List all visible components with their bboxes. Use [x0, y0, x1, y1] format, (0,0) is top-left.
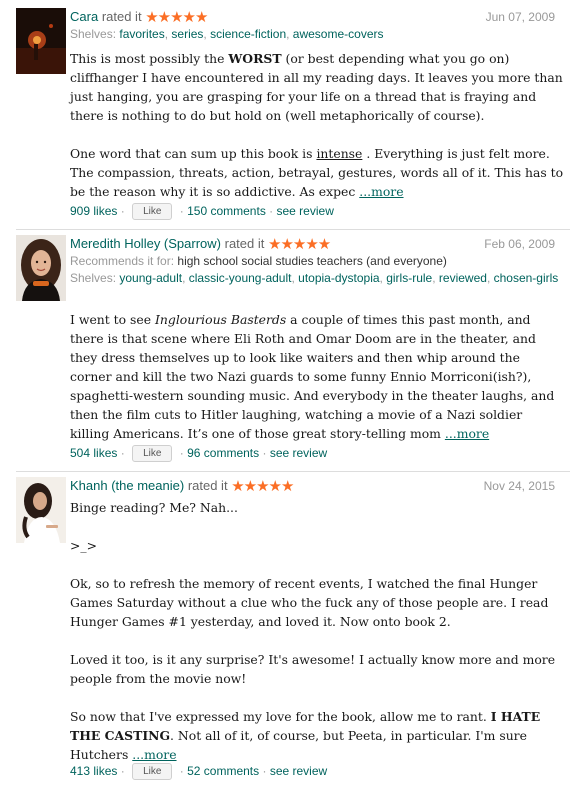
comments-link[interactable]: 150 comments — [187, 204, 266, 218]
shelf-link[interactable]: chosen-girls — [494, 271, 559, 285]
review-header: Cara rated it ★★★★★ Jun 07, 2009 — [70, 8, 575, 28]
star-rating: ★★★★★ — [231, 478, 294, 495]
avatar[interactable] — [16, 8, 66, 74]
comments-link[interactable]: 96 comments — [187, 446, 259, 460]
review-text: This is most possibly the WORST (or best… — [70, 49, 565, 201]
shelves: Shelves: young-adult, classic-young-adul… — [70, 271, 559, 285]
shelf-link[interactable]: utopia-dystopia — [298, 271, 379, 285]
reviewer-name[interactable]: Meredith Holley (Sparrow) — [70, 236, 221, 251]
recommends-label: Recommends it for: — [70, 254, 175, 268]
more-link[interactable]: ...more — [359, 184, 403, 199]
shelf-link[interactable]: classic-young-adult — [189, 271, 292, 285]
see-review-link[interactable]: see review — [277, 204, 334, 218]
review-text: Binge reading? Me? Nah... >_> Ok, so to … — [70, 498, 565, 764]
shelf-link[interactable]: young-adult — [119, 271, 182, 285]
review-header: Khanh (the meanie) rated it ★★★★★ Nov 24… — [70, 477, 575, 497]
review-actions: 413 likes · Like · 52 comments · see rev… — [70, 762, 327, 781]
shelf-link[interactable]: girls-rule — [386, 271, 432, 285]
recommends-value: high school social studies teachers (and… — [177, 254, 447, 268]
shelf-link[interactable]: science-fiction — [210, 27, 286, 41]
star-rating: ★★★★★ — [268, 236, 331, 253]
avatar[interactable] — [16, 477, 66, 543]
more-link[interactable]: ...more — [445, 426, 489, 441]
reviewer-name[interactable]: Cara — [70, 9, 98, 24]
rated-label: rated it — [224, 236, 265, 251]
shelves: Shelves: favorites, series, science-fict… — [70, 27, 384, 41]
review-actions: 909 likes · Like · 150 comments · see re… — [70, 202, 334, 221]
shelves-label: Shelves: — [70, 27, 117, 41]
shelf-link[interactable]: favorites — [119, 27, 164, 41]
shelves-label: Shelves: — [70, 271, 117, 285]
likes-count[interactable]: 504 likes — [70, 446, 117, 460]
likes-count[interactable]: 909 likes — [70, 204, 117, 218]
review-text: I went to see Inglourious Basterds a cou… — [70, 310, 565, 443]
like-button[interactable]: Like — [132, 203, 173, 221]
recommends: Recommends it for: high school social st… — [70, 253, 560, 270]
review-date[interactable]: Jun 07, 2009 — [486, 8, 555, 26]
rated-label: rated it — [101, 9, 142, 24]
star-rating: ★★★★★ — [145, 9, 208, 26]
see-review-link[interactable]: see review — [270, 764, 327, 778]
review-date[interactable]: Nov 24, 2015 — [484, 477, 555, 495]
divider — [16, 229, 570, 230]
rated-label: rated it — [187, 478, 228, 493]
comments-link[interactable]: 52 comments — [187, 764, 259, 778]
review-paragraph: Ok, so to refresh the memory of recent e… — [70, 576, 549, 629]
review-paragraph: I went to see Inglourious Basterds a cou… — [70, 312, 555, 441]
avatar[interactable] — [16, 235, 66, 301]
review-paragraph: One word that can sum up this book is in… — [70, 146, 564, 199]
like-button[interactable]: Like — [132, 445, 173, 463]
more-link[interactable]: ...more — [132, 747, 176, 762]
review-paragraph: So now that I've expressed my love for t… — [70, 709, 541, 762]
review-header: Meredith Holley (Sparrow) rated it ★★★★★… — [70, 235, 575, 255]
like-button[interactable]: Like — [132, 763, 173, 781]
review-paragraph: Binge reading? Me? Nah... — [70, 500, 238, 515]
reviewer-name[interactable]: Khanh (the meanie) — [70, 478, 184, 493]
review-actions: 504 likes · Like · 96 comments · see rev… — [70, 444, 327, 463]
see-review-link[interactable]: see review — [270, 446, 327, 460]
shelf-link[interactable]: series — [171, 27, 203, 41]
review-paragraph: >_> — [70, 538, 97, 553]
shelf-link[interactable]: awesome-covers — [293, 27, 384, 41]
review-paragraph: This is most possibly the WORST (or best… — [70, 51, 563, 123]
likes-count[interactable]: 413 likes — [70, 764, 117, 778]
review-paragraph: Loved it too, is it any surprise? It's a… — [70, 652, 556, 686]
shelf-link[interactable]: reviewed — [439, 271, 487, 285]
review-date[interactable]: Feb 06, 2009 — [484, 235, 555, 253]
divider — [16, 471, 570, 472]
